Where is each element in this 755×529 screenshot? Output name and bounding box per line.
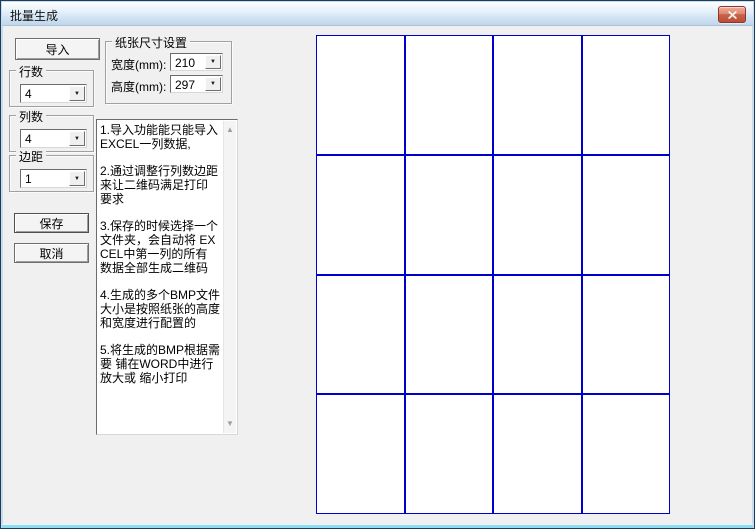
preview-cell [493,35,582,155]
instruction-item: 3.保存的时候选择一个 文件夹，会自动将 EXCEL中第一列的所有 数据全部生成… [100,219,220,275]
title-bar[interactable]: 批量生成 [2,2,753,26]
cols-select-value: 4 [25,132,32,146]
preview-cell [582,155,671,275]
margin-group: 边距 1 ▼ [9,155,94,192]
client-area: 导入 行数 4 ▼ 列数 4 ▼ 边距 1 [3,26,752,525]
paper-width-label: 宽度(mm): [111,56,166,73]
chevron-down-icon: ▼ [74,91,80,97]
preview-cell [493,394,582,514]
instructions-text: 1.导入功能能只能导入EXCEL一列数据, 2.通过调整行列数边距 来让二维码满… [100,123,220,398]
import-button[interactable]: 导入 [15,38,100,60]
paper-height-arrow-button[interactable]: ▼ [205,77,221,91]
save-button[interactable]: 保存 [14,213,89,233]
cols-select[interactable]: 4 ▼ [20,129,87,148]
paper-size-group: 纸张尺寸设置 宽度(mm): 210 ▼ 高度(mm): 297 ▼ [105,41,232,104]
paper-width-select[interactable]: 210 ▼ [170,53,223,71]
preview-cell [405,275,494,395]
cancel-button[interactable]: 取消 [14,243,89,263]
rows-select-value: 4 [25,87,32,101]
margin-select[interactable]: 1 ▼ [20,169,87,188]
preview-cell [582,35,671,155]
preview-cell [405,394,494,514]
chevron-down-icon: ▼ [210,59,216,65]
rows-group: 行数 4 ▼ [9,70,94,107]
preview-cell [316,275,405,395]
rows-select[interactable]: 4 ▼ [20,84,87,103]
triangle-down-icon: ▼ [226,420,234,428]
dialog-window: 批量生成 导入 行数 4 ▼ 列数 4 ▼ [0,0,755,529]
scroll-down-button[interactable]: ▼ [224,417,236,431]
preview-grid [316,35,670,514]
paper-width-arrow-button[interactable]: ▼ [205,55,221,69]
close-icon [728,11,737,19]
paper-size-group-title: 纸张尺寸设置 [112,34,190,51]
listbox-scrollbar[interactable]: ▲ ▼ [223,121,236,433]
rows-group-label: 行数 [16,63,46,80]
preview-cell [316,155,405,275]
rows-select-arrow-button[interactable]: ▼ [69,86,85,101]
chevron-down-icon: ▼ [74,176,80,182]
instruction-item: 1.导入功能能只能导入EXCEL一列数据, [100,123,220,151]
preview-cell [582,275,671,395]
instruction-item: 5.将生成的BMP根据需要 铺在WORD中进行放大或 缩小打印 [100,343,220,385]
preview-cell [405,155,494,275]
margin-select-arrow-button[interactable]: ▼ [69,171,85,186]
cols-group: 列数 4 ▼ [9,115,94,152]
preview-cell [316,394,405,514]
preview-cell [493,155,582,275]
triangle-up-icon: ▲ [226,126,234,134]
preview-cell [405,35,494,155]
chevron-down-icon: ▼ [74,136,80,142]
preview-cell [582,394,671,514]
preview-cell [493,275,582,395]
scroll-up-button[interactable]: ▲ [224,123,236,137]
chevron-down-icon: ▼ [210,81,216,87]
paper-height-label: 高度(mm): [111,78,166,95]
close-button[interactable] [718,6,746,23]
instruction-item: 2.通过调整行列数边距 来让二维码满足打印 要求 [100,164,220,206]
window-title: 批量生成 [10,7,58,24]
instructions-listbox[interactable]: 1.导入功能能只能导入EXCEL一列数据, 2.通过调整行列数边距 来让二维码满… [96,119,238,435]
instruction-item: 4.生成的多个BMP文件 大小是按照纸张的高度 和宽度进行配置的 [100,288,220,330]
paper-height-value: 297 [175,78,195,92]
margin-select-value: 1 [25,172,32,186]
paper-width-value: 210 [175,56,195,70]
preview-cell [316,35,405,155]
paper-height-select[interactable]: 297 ▼ [170,75,223,93]
cols-group-label: 列数 [16,108,46,125]
cols-select-arrow-button[interactable]: ▼ [69,131,85,146]
margin-group-label: 边距 [16,148,46,165]
